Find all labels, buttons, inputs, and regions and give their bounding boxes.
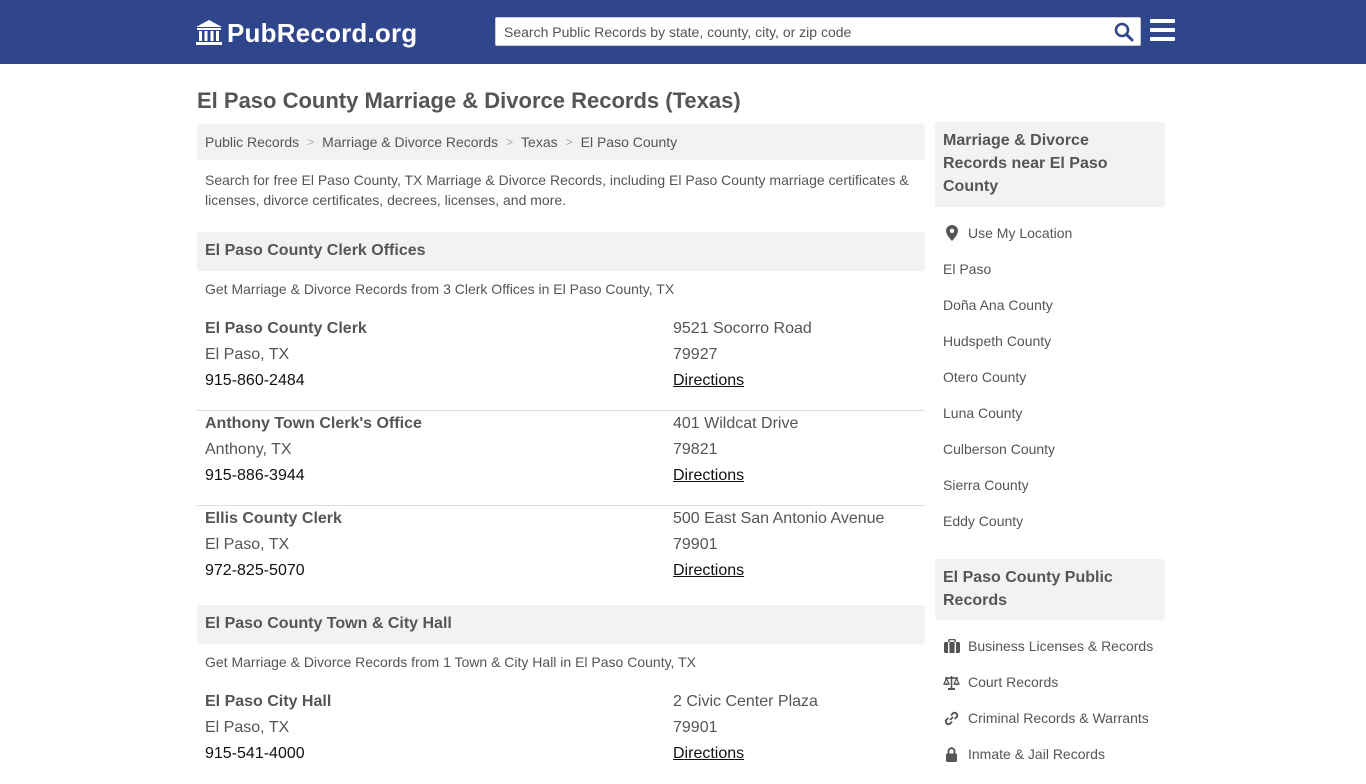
- site-logo[interactable]: PubRecord.org: [195, 17, 417, 49]
- office-zip: 79927: [673, 346, 718, 363]
- breadcrumb-texas[interactable]: Texas: [521, 134, 558, 150]
- courthouse-icon: [196, 20, 222, 45]
- nearby-link[interactable]: Luna County: [943, 404, 1022, 422]
- business-licenses-label: Business Licenses & Records: [968, 638, 1154, 654]
- inmate-records-link[interactable]: Inmate & Jail Records: [943, 745, 1105, 763]
- use-my-location-label: Use My Location: [968, 225, 1073, 241]
- office-card: El Paso County Clerk El Paso, TX 915-860…: [197, 316, 925, 411]
- office-address: 500 East San Antonio Avenue: [673, 510, 885, 527]
- breadcrumb-el-paso-county[interactable]: El Paso County: [581, 134, 678, 150]
- lock-icon: [943, 746, 960, 762]
- office-city: Anthony, TX: [205, 441, 292, 458]
- sidebar-public-records-title: El Paso County Public Records: [935, 559, 1165, 620]
- office-name: Anthony Town Clerk's Office: [205, 415, 422, 432]
- office-city: El Paso, TX: [205, 346, 290, 363]
- office-phone[interactable]: 915-886-3944: [205, 463, 305, 489]
- nearby-link[interactable]: Culberson County: [943, 440, 1055, 458]
- nearby-link[interactable]: Hudspeth County: [943, 332, 1051, 350]
- business-licenses-link[interactable]: Business Licenses & Records: [943, 637, 1153, 655]
- intro-text: Search for free El Paso County, TX Marri…: [205, 172, 909, 208]
- breadcrumb-separator-icon: >: [506, 135, 514, 149]
- office-zip: 79821: [673, 441, 718, 458]
- clerk-section-title: El Paso County Clerk Offices: [197, 232, 925, 271]
- hall-section-title: El Paso County Town & City Hall: [197, 605, 925, 644]
- office-name: Ellis County Clerk: [205, 510, 342, 527]
- criminal-records-link[interactable]: Criminal Records & Warrants: [943, 709, 1149, 727]
- clerk-section-subtitle: Get Marriage & Divorce Records from 3 Cl…: [205, 281, 675, 297]
- office-card: El Paso City Hall El Paso, TX 915-541-40…: [197, 689, 925, 784]
- office-address: 9521 Socorro Road: [673, 320, 812, 337]
- page-title: El Paso County Marriage & Divorce Record…: [197, 88, 741, 113]
- office-card: Anthony Town Clerk's Office Anthony, TX …: [197, 411, 925, 506]
- office-address: 2 Civic Center Plaza: [673, 693, 818, 710]
- office-address: 401 Wildcat Drive: [673, 415, 799, 432]
- scales-icon: [943, 674, 960, 690]
- office-phone[interactable]: 915-541-4000: [205, 741, 305, 767]
- office-name: El Paso City Hall: [205, 693, 332, 710]
- link-icon: [943, 710, 960, 726]
- breadcrumb-public-records[interactable]: Public Records: [205, 134, 299, 150]
- directions-link[interactable]: Directions: [673, 558, 744, 584]
- nearby-link[interactable]: Eddy County: [943, 512, 1023, 530]
- office-city: El Paso, TX: [205, 719, 290, 736]
- office-zip: 79901: [673, 536, 718, 553]
- inmate-records-label: Inmate & Jail Records: [968, 746, 1105, 762]
- map-marker-icon: [943, 225, 960, 241]
- court-records-link[interactable]: Court Records: [943, 673, 1058, 691]
- office-card: Ellis County Clerk El Paso, TX 972-825-5…: [197, 506, 925, 601]
- logo-text: PubRecord.org: [227, 17, 418, 48]
- use-my-location-link[interactable]: Use My Location: [943, 224, 1072, 242]
- nearby-link[interactable]: Otero County: [943, 368, 1026, 386]
- office-city: El Paso, TX: [205, 536, 290, 553]
- search-input[interactable]: [496, 18, 1106, 45]
- directions-link[interactable]: Directions: [673, 463, 744, 489]
- nearby-link[interactable]: Sierra County: [943, 476, 1029, 494]
- hamburger-menu-icon[interactable]: [1150, 19, 1176, 43]
- breadcrumb-separator-icon: >: [565, 135, 573, 149]
- breadcrumb-separator-icon: >: [307, 135, 315, 149]
- office-phone[interactable]: 972-825-5070: [205, 558, 305, 584]
- directions-link[interactable]: Directions: [673, 368, 744, 394]
- court-records-label: Court Records: [968, 674, 1059, 690]
- hall-section-subtitle: Get Marriage & Divorce Records from 1 To…: [205, 654, 696, 670]
- office-phone[interactable]: 915-860-2484: [205, 368, 305, 394]
- breadcrumb-marriage-divorce[interactable]: Marriage & Divorce Records: [322, 134, 498, 150]
- nearby-link[interactable]: Doña Ana County: [943, 296, 1053, 314]
- directions-link[interactable]: Directions: [673, 741, 744, 767]
- briefcase-icon: [943, 638, 960, 654]
- breadcrumb: Public Records > Marriage & Divorce Reco…: [197, 124, 925, 160]
- office-name: El Paso County Clerk: [205, 320, 367, 337]
- top-navbar: PubRecord.org: [0, 0, 1366, 64]
- search-icon[interactable]: [1114, 22, 1134, 42]
- office-zip: 79901: [673, 719, 718, 736]
- search-box: [495, 17, 1141, 46]
- criminal-records-label: Criminal Records & Warrants: [968, 710, 1149, 726]
- sidebar-nearby-title: Marriage & Divorce Records near El Paso …: [935, 122, 1165, 207]
- nearby-link[interactable]: El Paso: [943, 260, 991, 278]
